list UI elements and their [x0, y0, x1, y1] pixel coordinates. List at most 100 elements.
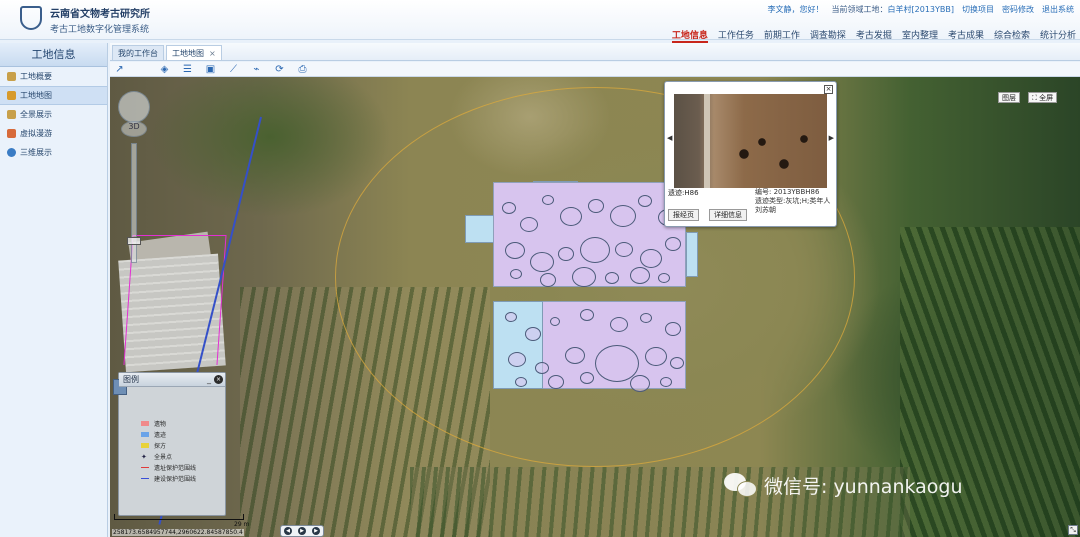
sidebar-item-3d[interactable]: 三维展示 [0, 143, 107, 162]
refresh-icon[interactable]: ⟳ [273, 63, 286, 75]
current-site-link[interactable]: 白羊村[2013YBB] [888, 5, 954, 14]
feature-pit[interactable] [580, 372, 594, 384]
fullscreen-button[interactable]: ⛶ 全屏 [1028, 92, 1058, 103]
feature-pit[interactable] [558, 247, 574, 261]
feature-pit[interactable] [645, 347, 667, 366]
locate-button[interactable]: 报经页 [668, 209, 699, 221]
layers-icon[interactable]: ◈ [158, 63, 171, 75]
feature-pit[interactable] [515, 377, 527, 387]
measure-distance-icon[interactable]: ⟋ [227, 63, 240, 75]
nav-preparation[interactable]: 前期工作 [764, 28, 800, 43]
legend-item: 遗址保护范围线 [141, 462, 196, 473]
feature-pit[interactable] [640, 313, 652, 323]
feature-pit[interactable] [550, 317, 560, 326]
feature-pit[interactable] [615, 242, 633, 257]
pager-next-icon[interactable]: ▶ [312, 527, 320, 535]
user-greeting: 李文静，您好！ [767, 5, 824, 14]
nav-indoor[interactable]: 室内整理 [902, 28, 938, 43]
feature-pit[interactable] [510, 269, 522, 279]
logo-icon [20, 6, 42, 30]
feature-pit[interactable] [640, 249, 662, 268]
detail-button[interactable]: 详细信息 [709, 209, 747, 221]
sidebar-item-tour[interactable]: 虚拟漫游 [0, 124, 107, 143]
feature-pit[interactable] [572, 267, 596, 287]
feature-pit[interactable] [542, 195, 554, 205]
sidebar: 工地信息 工地概要 工地地图 全景展示 虚拟漫游 三维展示 [0, 43, 108, 537]
pager-prev-icon[interactable]: ◀ [284, 527, 292, 535]
feature-pit[interactable] [580, 237, 610, 263]
nav-site-info[interactable]: 工地信息 [671, 28, 708, 43]
feature-pit[interactable] [665, 237, 681, 251]
feature-pit[interactable] [638, 195, 652, 207]
legend-close-icon[interactable]: × [214, 375, 223, 384]
unit-swatch-icon [141, 443, 149, 448]
feature-pit[interactable] [505, 312, 517, 322]
print-icon[interactable]: ⎙ [296, 63, 309, 75]
excavation-unit[interactable] [493, 301, 543, 389]
feature-pit[interactable] [565, 347, 585, 364]
feature-pit[interactable] [630, 267, 650, 284]
list-icon[interactable]: ☰ [181, 63, 194, 75]
feature-pit[interactable] [605, 272, 619, 284]
feature-pit[interactable] [525, 327, 541, 341]
feature-pit[interactable] [588, 199, 604, 213]
nav-survey[interactable]: 调查勘探 [810, 28, 846, 43]
protection-line-icon [141, 467, 149, 468]
excavation-unit[interactable] [686, 232, 698, 277]
feature-pit[interactable] [670, 357, 684, 369]
site-map[interactable]: 3D × ◀ ▶ 遗迹:H86 编号: 2013YBBH86 遗迹类型:灰坑;H… [110, 77, 1080, 537]
layers-button[interactable]: 图层 [998, 92, 1020, 103]
nav-results[interactable]: 考古成果 [948, 28, 984, 43]
scale-bar [114, 514, 244, 520]
nav-excavation[interactable]: 考古发掘 [856, 28, 892, 43]
folder-icon [7, 72, 16, 81]
zoom-slider-handle[interactable] [127, 237, 141, 245]
feature-pit[interactable] [530, 252, 554, 272]
feature-popup: × ◀ ▶ 遗迹:H86 编号: 2013YBBH86 遗迹类型:灰坑;H;类年… [664, 81, 837, 227]
tab-bar: 我的工作台 工地地图 × [110, 43, 1080, 61]
excavation-unit[interactable] [465, 215, 495, 243]
feature-pit[interactable] [580, 309, 594, 321]
pager-play-icon[interactable]: ▶ [298, 527, 306, 535]
switch-project-link[interactable]: 切换项目 [962, 4, 994, 15]
feature-pit[interactable] [540, 273, 556, 287]
feature-pit[interactable] [502, 202, 516, 214]
feature-pit[interactable] [658, 273, 670, 283]
popup-close-icon[interactable]: × [824, 85, 833, 94]
nav-search[interactable]: 综合检索 [994, 28, 1030, 43]
sidebar-item-map[interactable]: 工地地图 [0, 86, 107, 105]
resize-icon[interactable]: ⤡ [1068, 525, 1078, 535]
feature-pit[interactable] [508, 352, 526, 367]
feature-pit[interactable] [610, 317, 628, 332]
save-icon[interactable]: ▣ [204, 63, 217, 75]
feature-pit[interactable] [560, 207, 582, 226]
measure-area-icon[interactable]: ⌁ [250, 63, 263, 75]
prev-photo-icon[interactable]: ◀ [667, 134, 672, 142]
feature-pit[interactable] [665, 322, 681, 336]
tour-icon [7, 129, 16, 138]
logout-link[interactable]: 退出系统 [1042, 4, 1074, 15]
feature-pit[interactable] [520, 217, 538, 232]
pan-control[interactable] [118, 91, 150, 123]
tab-close-icon[interactable]: × [209, 46, 216, 60]
feature-pit[interactable] [660, 377, 672, 387]
nav-stats[interactable]: 统计分析 [1040, 28, 1076, 43]
sidebar-item-panorama[interactable]: 全景展示 [0, 105, 107, 124]
tab-workbench[interactable]: 我的工作台 [112, 45, 164, 60]
nav-tasks[interactable]: 工作任务 [718, 28, 754, 43]
sidebar-item-overview[interactable]: 工地概要 [0, 67, 107, 86]
change-password-link[interactable]: 密码修改 [1002, 4, 1034, 15]
feature-pit[interactable] [505, 242, 525, 259]
rotate-3d-control[interactable]: 3D [121, 121, 147, 137]
current-site-label: 当前领域工地：白羊村[2013YBB] [831, 5, 954, 14]
next-photo-icon[interactable]: ▶ [829, 134, 834, 142]
feature-pit[interactable] [610, 205, 636, 227]
zoom-slider[interactable] [131, 143, 137, 263]
feature-pit[interactable] [548, 375, 564, 389]
feature-swatch-icon [141, 432, 149, 437]
feature-pit[interactable] [630, 375, 650, 392]
expand-icon[interactable]: ↗ [113, 63, 126, 75]
tab-site-map[interactable]: 工地地图 × [166, 45, 222, 60]
feature-pit[interactable] [535, 362, 549, 374]
legend-minimize-icon[interactable]: _ [207, 373, 211, 386]
